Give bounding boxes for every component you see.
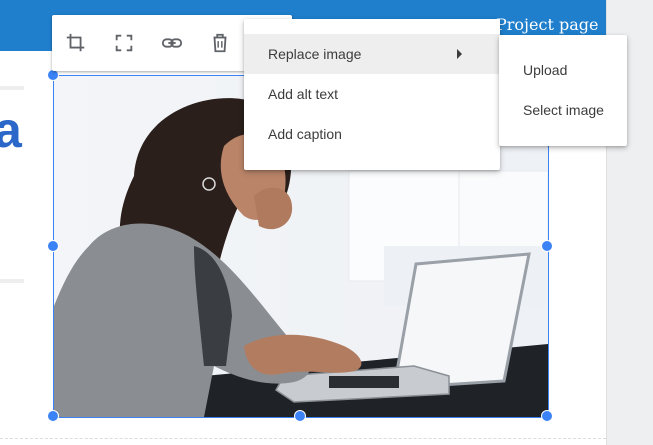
heading-fragment: a xyxy=(0,102,22,158)
resize-handle-mid-left[interactable] xyxy=(47,240,59,252)
delete-button[interactable] xyxy=(208,31,232,55)
menu-item-add-alt-text[interactable]: Add alt text xyxy=(244,74,500,114)
menu-item-replace-image[interactable]: Replace image xyxy=(244,34,500,74)
crop-button[interactable] xyxy=(64,31,88,55)
submenu-item-select-image[interactable]: Select image xyxy=(499,90,627,130)
crop-icon xyxy=(66,33,85,52)
trash-icon xyxy=(213,33,227,53)
divider xyxy=(0,86,24,90)
submenu-item-label: Select image xyxy=(523,102,604,118)
submenu-item-upload[interactable]: Upload xyxy=(499,50,627,90)
resize-handle-mid-right[interactable] xyxy=(541,240,553,252)
submenu-item-label: Upload xyxy=(523,62,568,78)
resize-handle-bottom-left[interactable] xyxy=(47,410,59,422)
link-button[interactable] xyxy=(160,31,184,55)
nav-link-project-page[interactable]: Project page xyxy=(496,15,598,34)
fullscreen-icon xyxy=(115,34,133,52)
menu-item-label: Add caption xyxy=(268,126,342,142)
divider xyxy=(0,279,24,283)
menu-item-add-caption[interactable]: Add caption xyxy=(244,114,500,154)
resize-handle-bottom-mid[interactable] xyxy=(294,410,306,422)
replace-image-submenu: Upload Select image xyxy=(499,35,627,146)
resize-handle-bottom-right[interactable] xyxy=(541,410,553,422)
submenu-arrow-icon xyxy=(457,49,462,59)
menu-item-label: Replace image xyxy=(268,46,362,62)
menu-item-label: Add alt text xyxy=(268,86,339,102)
image-context-menu: Replace image Add alt text Add caption xyxy=(244,19,500,170)
fullscreen-button[interactable] xyxy=(112,31,136,55)
section-boundary xyxy=(0,438,606,439)
link-icon xyxy=(161,38,183,48)
